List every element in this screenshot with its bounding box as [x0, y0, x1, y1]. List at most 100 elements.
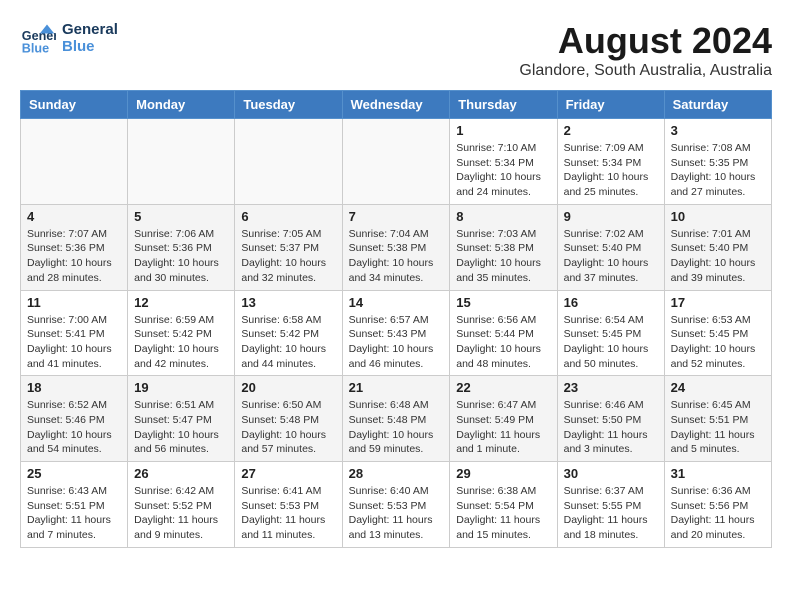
day-number: 4 — [27, 209, 121, 224]
day-number: 7 — [349, 209, 444, 224]
calendar-cell: 12 Sunrise: 6:59 AM Sunset: 5:42 PM Dayli… — [128, 290, 235, 376]
day-number: 9 — [564, 209, 658, 224]
day-info: Sunrise: 7:08 AM Sunset: 5:35 PM Dayligh… — [671, 141, 765, 200]
col-header-wednesday: Wednesday — [342, 91, 450, 119]
day-info: Sunrise: 6:59 AM Sunset: 5:42 PM Dayligh… — [134, 313, 228, 372]
calendar-week-1: 1 Sunrise: 7:10 AM Sunset: 5:34 PM Daylig… — [21, 119, 772, 205]
calendar-cell: 5Sunrise: 7:06 AM Sunset: 5:36 PM Daylig… — [128, 204, 235, 290]
calendar-cell: 19Sunrise: 6:51 AM Sunset: 5:47 PM Dayli… — [128, 376, 235, 462]
calendar-cell: 2 Sunrise: 7:09 AM Sunset: 5:34 PM Daylig… — [557, 119, 664, 205]
day-number: 13 — [241, 295, 335, 310]
day-number: 8 — [456, 209, 550, 224]
day-number: 15 — [456, 295, 550, 310]
calendar-cell: 8 Sunrise: 7:03 AM Sunset: 5:38 PM Daylig… — [450, 204, 557, 290]
day-info: Sunrise: 7:02 AM Sunset: 5:40 PM Dayligh… — [564, 227, 658, 286]
day-info: Sunrise: 6:51 AM Sunset: 5:47 PM Dayligh… — [134, 398, 228, 457]
main-title: August 2024 — [519, 20, 772, 62]
calendar-cell — [128, 119, 235, 205]
day-info: Sunrise: 6:57 AM Sunset: 5:43 PM Dayligh… — [349, 313, 444, 372]
day-info: Sunrise: 6:47 AM Sunset: 5:49 PM Dayligh… — [456, 398, 550, 457]
calendar-cell — [235, 119, 342, 205]
day-number: 20 — [241, 380, 335, 395]
day-number: 26 — [134, 466, 228, 481]
calendar-header-row: SundayMondayTuesdayWednesdayThursdayFrid… — [21, 91, 772, 119]
calendar-cell: 20 Sunrise: 6:50 AM Sunset: 5:48 PM Dayli… — [235, 376, 342, 462]
day-info: Sunrise: 7:05 AM Sunset: 5:37 PM Dayligh… — [241, 227, 335, 286]
calendar-cell: 18 Sunrise: 6:52 AM Sunset: 5:46 PM Dayli… — [21, 376, 128, 462]
day-number: 6 — [241, 209, 335, 224]
day-info: Sunrise: 7:00 AM Sunset: 5:41 PM Dayligh… — [27, 313, 121, 372]
day-number: 16 — [564, 295, 658, 310]
day-info: Sunrise: 6:53 AM Sunset: 5:45 PM Dayligh… — [671, 313, 765, 372]
day-info: Sunrise: 6:48 AM Sunset: 5:48 PM Dayligh… — [349, 398, 444, 457]
day-info: Sunrise: 6:40 AM Sunset: 5:53 PM Dayligh… — [349, 484, 444, 543]
day-number: 1 — [456, 123, 550, 138]
calendar-cell — [342, 119, 450, 205]
calendar-cell: 17 Sunrise: 6:53 AM Sunset: 5:45 PM Dayli… — [664, 290, 771, 376]
day-info: Sunrise: 6:38 AM Sunset: 5:54 PM Dayligh… — [456, 484, 550, 543]
day-info: Sunrise: 6:46 AM Sunset: 5:50 PM Dayligh… — [564, 398, 658, 457]
day-number: 30 — [564, 466, 658, 481]
calendar-cell: 9 Sunrise: 7:02 AM Sunset: 5:40 PM Daylig… — [557, 204, 664, 290]
day-info: Sunrise: 7:06 AM Sunset: 5:36 PM Dayligh… — [134, 227, 228, 286]
day-info: Sunrise: 7:07 AM Sunset: 5:36 PM Dayligh… — [27, 227, 121, 286]
logo-blue: Blue — [62, 38, 118, 55]
calendar-cell: 22Sunrise: 6:47 AM Sunset: 5:49 PM Dayli… — [450, 376, 557, 462]
col-header-thursday: Thursday — [450, 91, 557, 119]
day-info: Sunrise: 6:50 AM Sunset: 5:48 PM Dayligh… — [241, 398, 335, 457]
calendar-week-3: 11 Sunrise: 7:00 AM Sunset: 5:41 PM Dayli… — [21, 290, 772, 376]
day-number: 3 — [671, 123, 765, 138]
calendar-cell: 13 Sunrise: 6:58 AM Sunset: 5:42 PM Dayli… — [235, 290, 342, 376]
calendar-cell: 11 Sunrise: 7:00 AM Sunset: 5:41 PM Dayli… — [21, 290, 128, 376]
calendar-cell: 27Sunrise: 6:41 AM Sunset: 5:53 PM Dayli… — [235, 462, 342, 548]
day-info: Sunrise: 7:03 AM Sunset: 5:38 PM Dayligh… — [456, 227, 550, 286]
day-number: 18 — [27, 380, 121, 395]
day-info: Sunrise: 7:04 AM Sunset: 5:38 PM Dayligh… — [349, 227, 444, 286]
col-header-sunday: Sunday — [21, 91, 128, 119]
calendar-cell: 7 Sunrise: 7:04 AM Sunset: 5:38 PM Daylig… — [342, 204, 450, 290]
calendar-cell: 29Sunrise: 6:38 AM Sunset: 5:54 PM Dayli… — [450, 462, 557, 548]
logo-icon: General Blue — [20, 20, 56, 56]
day-number: 24 — [671, 380, 765, 395]
calendar-cell: 4 Sunrise: 7:07 AM Sunset: 5:36 PM Daylig… — [21, 204, 128, 290]
calendar-cell: 15 Sunrise: 6:56 AM Sunset: 5:44 PM Dayli… — [450, 290, 557, 376]
col-header-friday: Friday — [557, 91, 664, 119]
calendar-cell: 6 Sunrise: 7:05 AM Sunset: 5:37 PM Daylig… — [235, 204, 342, 290]
calendar-week-5: 25Sunrise: 6:43 AM Sunset: 5:51 PM Dayli… — [21, 462, 772, 548]
day-info: Sunrise: 6:36 AM Sunset: 5:56 PM Dayligh… — [671, 484, 765, 543]
calendar-cell: 30 Sunrise: 6:37 AM Sunset: 5:55 PM Dayli… — [557, 462, 664, 548]
logo: General Blue General Blue — [20, 20, 118, 56]
day-info: Sunrise: 6:37 AM Sunset: 5:55 PM Dayligh… — [564, 484, 658, 543]
logo-general: General — [62, 21, 118, 38]
day-info: Sunrise: 7:09 AM Sunset: 5:34 PM Dayligh… — [564, 141, 658, 200]
day-info: Sunrise: 7:10 AM Sunset: 5:34 PM Dayligh… — [456, 141, 550, 200]
calendar-cell: 23 Sunrise: 6:46 AM Sunset: 5:50 PM Dayli… — [557, 376, 664, 462]
day-number: 2 — [564, 123, 658, 138]
calendar-cell — [21, 119, 128, 205]
day-number: 17 — [671, 295, 765, 310]
calendar-cell: 3 Sunrise: 7:08 AM Sunset: 5:35 PM Daylig… — [664, 119, 771, 205]
calendar-cell: 21 Sunrise: 6:48 AM Sunset: 5:48 PM Dayli… — [342, 376, 450, 462]
day-number: 10 — [671, 209, 765, 224]
day-number: 12 — [134, 295, 228, 310]
day-info: Sunrise: 6:56 AM Sunset: 5:44 PM Dayligh… — [456, 313, 550, 372]
day-info: Sunrise: 6:58 AM Sunset: 5:42 PM Dayligh… — [241, 313, 335, 372]
day-number: 14 — [349, 295, 444, 310]
svg-text:Blue: Blue — [22, 41, 49, 55]
calendar-cell: 31 Sunrise: 6:36 AM Sunset: 5:56 PM Dayli… — [664, 462, 771, 548]
day-info: Sunrise: 6:43 AM Sunset: 5:51 PM Dayligh… — [27, 484, 121, 543]
day-info: Sunrise: 6:45 AM Sunset: 5:51 PM Dayligh… — [671, 398, 765, 457]
day-info: Sunrise: 6:52 AM Sunset: 5:46 PM Dayligh… — [27, 398, 121, 457]
day-number: 23 — [564, 380, 658, 395]
day-number: 21 — [349, 380, 444, 395]
calendar-cell: 1 Sunrise: 7:10 AM Sunset: 5:34 PM Daylig… — [450, 119, 557, 205]
title-block: August 2024 Glandore, South Australia, A… — [519, 20, 772, 80]
day-number: 31 — [671, 466, 765, 481]
day-number: 28 — [349, 466, 444, 481]
calendar-cell: 26Sunrise: 6:42 AM Sunset: 5:52 PM Dayli… — [128, 462, 235, 548]
day-info: Sunrise: 7:01 AM Sunset: 5:40 PM Dayligh… — [671, 227, 765, 286]
calendar-week-2: 4 Sunrise: 7:07 AM Sunset: 5:36 PM Daylig… — [21, 204, 772, 290]
page-header: General Blue General Blue August 2024 Gl… — [20, 20, 772, 80]
day-number: 11 — [27, 295, 121, 310]
calendar-cell: 24 Sunrise: 6:45 AM Sunset: 5:51 PM Dayli… — [664, 376, 771, 462]
